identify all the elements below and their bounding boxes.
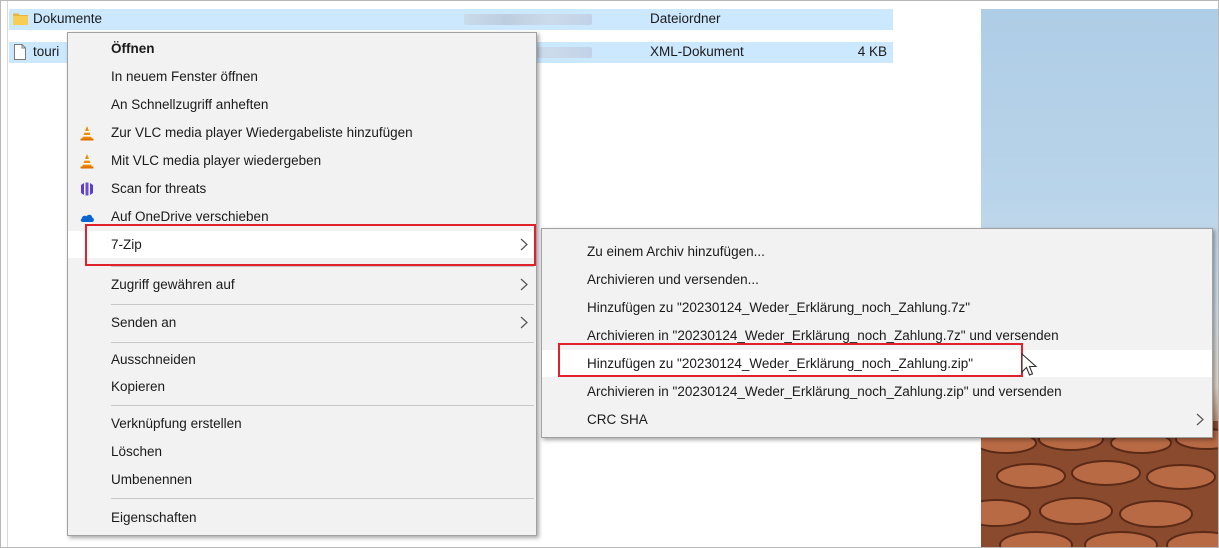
- menu-item-label: Mit VLC media player wiedergeben: [111, 153, 322, 168]
- malwarebytes-icon: [81, 182, 93, 196]
- menu-item-label: 7-Zip: [111, 237, 142, 252]
- roof-tiles-image: [981, 421, 1218, 547]
- menu-item-label: In neuem Fenster öffnen: [111, 69, 258, 84]
- menu-item-vlc-play[interactable]: Mit VLC media player wiedergeben: [68, 147, 536, 174]
- file-row-dokumente[interactable]: Dokumente Dateiordner: [9, 9, 893, 30]
- menu-item-properties[interactable]: Eigenschaften: [68, 504, 536, 531]
- menu-item-onedrive-move[interactable]: Auf OneDrive verschieben: [68, 203, 536, 230]
- window-edge: [7, 1, 8, 547]
- menu-item-label: Umbenennen: [111, 472, 193, 487]
- submenu-item-add-7z[interactable]: Hinzufügen zu "20230124_Weder_Erklärung_…: [542, 294, 1212, 321]
- context-menu: Öffnen In neuem Fenster öffnen An Schnel…: [67, 32, 537, 536]
- submenu-item-add-zip[interactable]: Hinzufügen zu "20230124_Weder_Erklärung_…: [542, 350, 1212, 377]
- menu-item-pin-quick-access[interactable]: An Schnellzugriff anheften: [68, 91, 536, 118]
- menu-item-label: Hinzufügen zu "20230124_Weder_Erklärung_…: [587, 300, 971, 315]
- menu-item-label: CRC SHA: [587, 412, 648, 427]
- file-type: XML-Dokument: [650, 44, 744, 59]
- file-type: Dateiordner: [650, 11, 721, 26]
- menu-item-label: Verknüpfung erstellen: [111, 416, 242, 431]
- menu-item-rename[interactable]: Umbenennen: [68, 466, 536, 493]
- chevron-right-icon: [520, 316, 528, 329]
- folder-icon: [13, 13, 28, 25]
- chevron-right-icon: [520, 278, 528, 291]
- onedrive-cloud-icon: [80, 214, 94, 222]
- menu-separator: [111, 498, 534, 499]
- menu-item-label: An Schnellzugriff anheften: [111, 97, 269, 112]
- menu-item-label: Löschen: [111, 444, 163, 459]
- menu-item-label: Archivieren in "20230124_Weder_Erklärung…: [587, 384, 1062, 399]
- menu-item-label: Öffnen: [111, 41, 155, 56]
- menu-item-open[interactable]: Öffnen: [68, 35, 536, 62]
- submenu-item-archive-7z-send[interactable]: Archivieren in "20230124_Weder_Erklärung…: [542, 322, 1212, 349]
- menu-item-label: Auf OneDrive verschieben: [111, 209, 269, 224]
- menu-item-label: Eigenschaften: [111, 510, 197, 525]
- chevron-right-icon: [520, 238, 528, 251]
- menu-item-label: Senden an: [111, 315, 177, 330]
- menu-item-scan-threats[interactable]: Scan for threats: [68, 175, 536, 202]
- menu-item-label: Zu einem Archiv hinzufügen...: [587, 244, 765, 259]
- menu-separator: [111, 342, 534, 343]
- mouse-pointer-icon: [1021, 353, 1038, 376]
- redacted-date: [464, 14, 592, 25]
- menu-item-label: Ausschneiden: [111, 352, 196, 367]
- menu-item-open-new-window[interactable]: In neuem Fenster öffnen: [68, 63, 536, 90]
- menu-item-copy[interactable]: Kopieren: [68, 373, 536, 400]
- menu-item-label: Scan for threats: [111, 181, 207, 196]
- vlc-cone-icon: [80, 126, 94, 141]
- submenu-item-add-archive[interactable]: Zu einem Archiv hinzufügen...: [542, 238, 1212, 265]
- menu-item-label: Zugriff gewähren auf: [111, 277, 235, 292]
- submenu-item-crc-sha[interactable]: CRC SHA: [542, 406, 1212, 433]
- menu-item-cut[interactable]: Ausschneiden: [68, 346, 536, 373]
- menu-item-vlc-playlist[interactable]: Zur VLC media player Wiedergabeliste hin…: [68, 119, 536, 146]
- chevron-right-icon: [1196, 413, 1204, 426]
- document-icon: [14, 44, 26, 60]
- submenu-item-archive-send[interactable]: Archivieren und versenden...: [542, 266, 1212, 293]
- file-name: touri: [33, 44, 60, 59]
- menu-item-label: Hinzufügen zu "20230124_Weder_Erklärung_…: [587, 356, 974, 371]
- submenu-item-archive-zip-send[interactable]: Archivieren in "20230124_Weder_Erklärung…: [542, 378, 1212, 405]
- menu-item-send-to[interactable]: Senden an: [68, 309, 536, 336]
- menu-item-7zip[interactable]: 7-Zip: [68, 231, 536, 258]
- submenu-7zip: Zu einem Archiv hinzufügen... Archiviere…: [541, 228, 1213, 438]
- menu-item-label: Archivieren in "20230124_Weder_Erklärung…: [587, 328, 1059, 343]
- menu-item-label: Archivieren und versenden...: [587, 272, 759, 287]
- menu-item-label: Kopieren: [111, 379, 166, 394]
- vlc-cone-icon: [80, 154, 94, 169]
- file-size: 4 KB: [857, 44, 887, 59]
- menu-item-label: Zur VLC media player Wiedergabeliste hin…: [111, 125, 413, 140]
- menu-separator: [111, 266, 534, 267]
- screenshot-frame: Dokumente Dateiordner touri XML-Dokument…: [0, 0, 1219, 548]
- menu-separator: [111, 304, 534, 305]
- menu-item-create-shortcut[interactable]: Verknüpfung erstellen: [68, 410, 536, 437]
- menu-item-delete[interactable]: Löschen: [68, 438, 536, 465]
- menu-item-grant-access[interactable]: Zugriff gewähren auf: [68, 271, 536, 298]
- file-name: Dokumente: [33, 11, 103, 26]
- menu-separator: [111, 405, 534, 406]
